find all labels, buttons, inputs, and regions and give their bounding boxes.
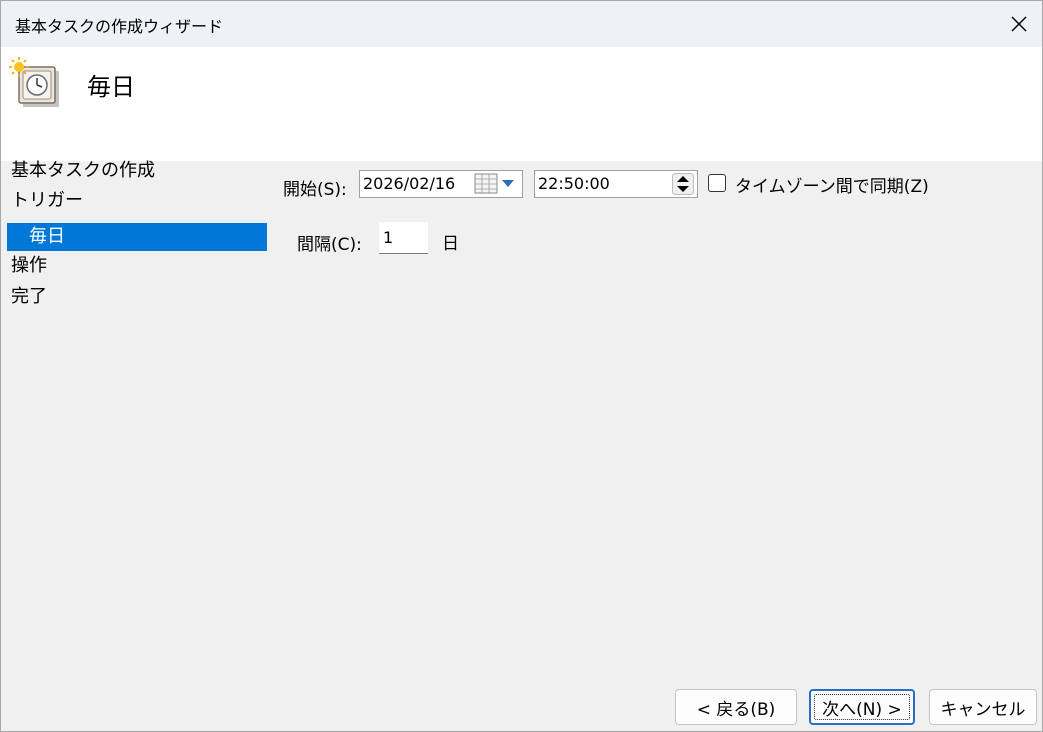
step-create-basic-task[interactable]: 基本タスクの作成 bbox=[11, 157, 155, 185]
start-label: 開始(S): bbox=[283, 180, 347, 200]
step-daily[interactable]: 毎日 bbox=[7, 223, 267, 251]
interval-unit: 日 bbox=[442, 234, 459, 254]
timezone-sync-label: タイムゾーン間で同期(Z) bbox=[735, 177, 929, 197]
wizard-steps: 基本タスクの作成 トリガー 毎日 操作 完了 bbox=[1, 160, 271, 341]
start-date-picker[interactable]: 2026/02/16 bbox=[359, 170, 523, 198]
interval-label: 間隔(C): bbox=[297, 235, 362, 255]
next-button[interactable]: 次へ(N) > bbox=[809, 689, 915, 725]
next-button-label: 次へ(N) > bbox=[822, 699, 902, 720]
cancel-button-label: キャンセル bbox=[940, 699, 1026, 720]
time-spinner-icon[interactable] bbox=[672, 173, 694, 195]
page-title: 毎日 bbox=[87, 73, 135, 101]
scheduled-clock-icon bbox=[9, 57, 59, 107]
timezone-sync-checkbox[interactable] bbox=[708, 174, 726, 192]
calendar-dropdown-icon[interactable] bbox=[474, 173, 520, 195]
back-button[interactable]: < 戻る(B) bbox=[675, 689, 797, 725]
wizard-window: 基本タスクの作成ウィザード 毎日 基本タスクの作成 トリガー 毎日 操作 完了 … bbox=[0, 0, 1043, 732]
interval-input[interactable]: 1 bbox=[379, 222, 428, 254]
title-bar: 基本タスクの作成ウィザード bbox=[1, 1, 1042, 47]
close-icon bbox=[1011, 16, 1027, 32]
cancel-button[interactable]: キャンセル bbox=[929, 689, 1037, 725]
close-button[interactable] bbox=[996, 1, 1042, 47]
step-trigger[interactable]: トリガー bbox=[11, 187, 83, 215]
wizard-header: 毎日 bbox=[1, 47, 1042, 161]
start-time-picker[interactable]: 22:50:00 bbox=[534, 170, 698, 198]
back-button-label: < 戻る(B) bbox=[696, 699, 776, 720]
step-finish[interactable]: 完了 bbox=[11, 283, 47, 311]
start-time-value: 22:50:00 bbox=[538, 174, 610, 193]
window-title: 基本タスクの作成ウィザード bbox=[15, 17, 224, 36]
start-date-value: 2026/02/16 bbox=[363, 174, 456, 193]
step-action[interactable]: 操作 bbox=[11, 252, 47, 280]
